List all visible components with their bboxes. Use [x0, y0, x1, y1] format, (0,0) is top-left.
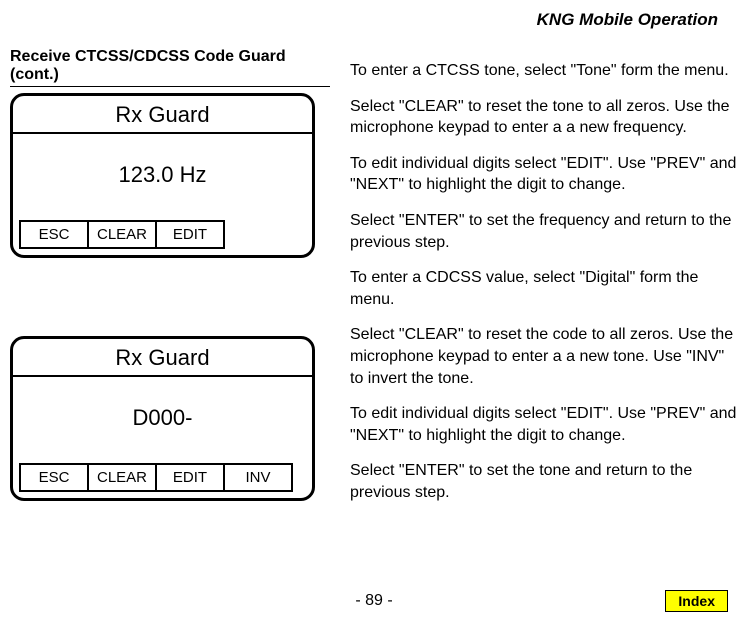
screen-ctcss-value: 123.0 Hz [13, 134, 312, 198]
right-column: To enter a CTCSS tone, select "Tone" for… [350, 60, 738, 518]
body-paragraph-7: To edit individual digits select "EDIT".… [350, 403, 738, 446]
body-paragraph-4: Select "ENTER" to set the frequency and … [350, 210, 738, 253]
screen-ctcss-buttons: ESC CLEAR EDIT [13, 198, 312, 255]
index-link[interactable]: Index [665, 590, 728, 612]
screen-ctcss: Rx Guard 123.0 Hz ESC CLEAR EDIT [10, 93, 315, 258]
screen-cdcss-value: D000- [13, 377, 312, 441]
body-paragraph-1: To enter a CTCSS tone, select "Tone" for… [350, 60, 738, 82]
esc-button[interactable]: ESC [19, 463, 89, 492]
screen-cdcss-title: Rx Guard [13, 339, 312, 377]
body-paragraph-3: To edit individual digits select "EDIT".… [350, 153, 738, 196]
left-column: Receive CTCSS/CDCSS Code Guard (cont.) R… [10, 0, 330, 518]
page-header-title: KNG Mobile Operation [537, 0, 748, 38]
body-paragraph-6: Select "CLEAR" to reset the code to all … [350, 324, 738, 389]
edit-button[interactable]: EDIT [155, 220, 225, 249]
page-number: - 89 - [355, 592, 392, 610]
section-title: Receive CTCSS/CDCSS Code Guard (cont.) [10, 48, 330, 87]
esc-button[interactable]: ESC [19, 220, 89, 249]
inv-button[interactable]: INV [223, 463, 293, 492]
clear-button[interactable]: CLEAR [87, 463, 157, 492]
screen-cdcss: Rx Guard D000- ESC CLEAR EDIT INV [10, 336, 315, 501]
clear-button[interactable]: CLEAR [87, 220, 157, 249]
screen-cdcss-buttons: ESC CLEAR EDIT INV [13, 441, 312, 498]
body-paragraph-2: Select "CLEAR" to reset the tone to all … [350, 96, 738, 139]
screen-ctcss-title: Rx Guard [13, 96, 312, 134]
body-paragraph-5: To enter a CDCSS value, select "Digital"… [350, 267, 738, 310]
body-paragraph-8: Select "ENTER" to set the tone and retur… [350, 460, 738, 503]
edit-button[interactable]: EDIT [155, 463, 225, 492]
